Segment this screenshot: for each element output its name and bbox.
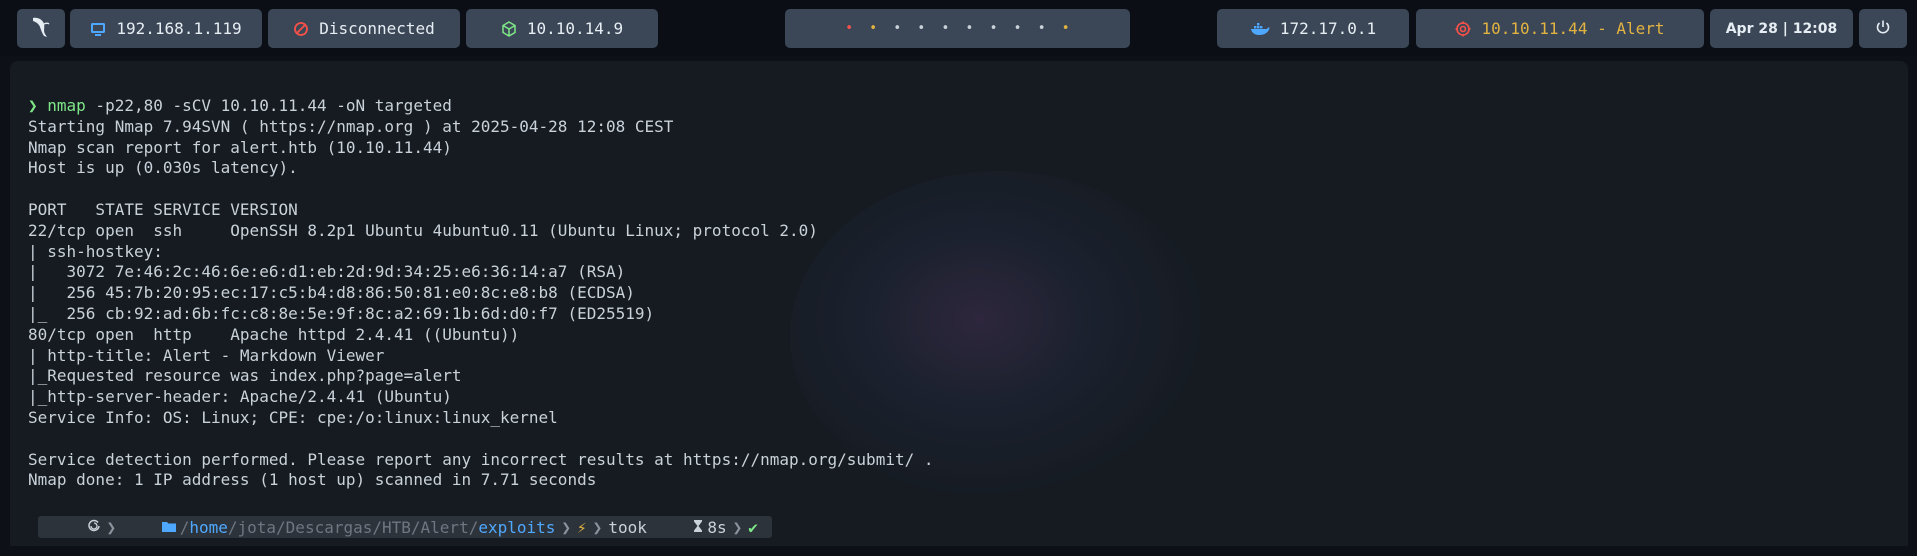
monitor-icon: [90, 21, 106, 37]
disconnected-icon: [293, 21, 309, 37]
output-line: | ssh-hostkey:: [28, 241, 173, 261]
output-line: 80/tcp open http Apache httpd 2.4.41 ((U…: [28, 324, 520, 344]
took-label: took: [608, 517, 647, 537]
workspace-dot[interactable]: •: [1062, 22, 1070, 35]
output-line: | 256 45:7b:20:95:ec:17:c5:b4:d8:86:50:8…: [28, 283, 635, 303]
output-line: |_Requested resource was index.php?page=…: [28, 366, 462, 386]
target-widget[interactable]: 10.10.11.44 - Alert: [1416, 9, 1704, 48]
path-home: home: [189, 517, 228, 537]
workspace-dot[interactable]: •: [845, 22, 853, 35]
output-line: 22/tcp open ssh OpenSSH 8.2p1 Ubuntu 4ub…: [28, 220, 818, 240]
hourglass-icon: [655, 499, 704, 556]
workspace-dot[interactable]: •: [917, 22, 925, 35]
top-bar: 192.168.1.119 Disconnected 10.10.14.9 • …: [0, 0, 1917, 56]
os-icon: [48, 499, 101, 556]
terminal-output: ❯ nmap -p22,80 -sCV 10.10.11.44 -oN targ…: [28, 96, 933, 491]
path-middle: /jota/Descargas/HTB/Alert/: [227, 517, 479, 537]
path-prefix: /: [179, 517, 190, 537]
htb-ip-widget[interactable]: 10.10.14.9: [466, 9, 658, 48]
output-line: |_http-server-header: Apache/2.4.41 (Ubu…: [28, 387, 452, 407]
success-check-icon: ✔: [748, 517, 758, 537]
workspace-dot[interactable]: •: [941, 22, 949, 35]
docker-ip-widget[interactable]: 172.17.0.1: [1217, 9, 1409, 48]
workspace-dot[interactable]: •: [990, 22, 998, 35]
kali-dragon-icon: [30, 15, 52, 43]
separator-chevron: ❯: [561, 517, 572, 537]
command-name: nmap: [47, 96, 86, 115]
duration-text: 8s: [707, 517, 727, 537]
output-line: Nmap done: 1 IP address (1 host up) scan…: [28, 470, 597, 490]
separator-chevron: ❯: [732, 517, 743, 537]
shell-prompt-bar: ❯ / home/jota/Descargas/HTB/Alert/exploit…: [38, 516, 772, 538]
local-ip-text: 192.168.1.119: [116, 19, 242, 38]
command-line: ❯ nmap -p22,80 -sCV 10.10.11.44 -oN targ…: [28, 96, 933, 117]
docker-ip-text: 172.17.0.1: [1279, 19, 1377, 38]
workspace-dot[interactable]: •: [893, 22, 901, 35]
bolt-icon: ⚡: [577, 517, 587, 537]
output-line: |_ 256 cb:92:ad:6b:fc:c8:8e:5e:9f:8c:a2:…: [28, 303, 655, 323]
power-icon: [1875, 19, 1891, 39]
cube-icon: [501, 20, 517, 37]
output-line: | http-title: Alert - Markdown Viewer: [28, 345, 385, 365]
workspace-dot[interactable]: •: [966, 22, 974, 35]
folder-icon: [122, 499, 180, 556]
output-line: Nmap scan report for alert.htb (10.10.11…: [28, 137, 452, 157]
docker-icon: [1250, 22, 1270, 36]
separator-chevron: ❯: [106, 517, 117, 537]
output-line: Host is up (0.030s latency).: [28, 158, 298, 178]
clock-widget[interactable]: Apr 28 | 12:08: [1710, 9, 1853, 48]
output-line: Starting Nmap 7.94SVN ( https://nmap.org…: [28, 116, 674, 136]
target-icon: [1455, 21, 1471, 37]
output-line: Service detection performed. Please repo…: [28, 449, 934, 469]
workspace-indicator[interactable]: • • • • • • • • • •: [785, 9, 1130, 48]
prompt-arrow: ❯: [28, 96, 48, 115]
vpn-status-widget[interactable]: Disconnected: [268, 9, 460, 48]
separator-chevron: ❯: [592, 517, 603, 537]
workspace-dot[interactable]: •: [1038, 22, 1046, 35]
output-line: PORT STATE SERVICE VERSION: [28, 199, 298, 219]
htb-ip-text: 10.10.14.9: [526, 19, 624, 38]
datetime-text: Apr 28 | 12:08: [1725, 20, 1838, 37]
power-button[interactable]: [1859, 9, 1907, 48]
launcher-button[interactable]: [17, 9, 65, 48]
path-current: exploits: [478, 517, 556, 537]
vpn-status-text: Disconnected: [319, 19, 435, 38]
output-line: Service Info: OS: Linux; CPE: cpe:/o:lin…: [28, 407, 558, 427]
local-ip-widget[interactable]: 192.168.1.119: [70, 9, 262, 48]
output-line: | 3072 7e:46:2c:46:6e:e6:d1:eb:2d:9d:34:…: [28, 262, 626, 282]
workspace-dot[interactable]: •: [1014, 22, 1022, 35]
target-text: 10.10.11.44 - Alert: [1481, 19, 1665, 38]
workspace-dot[interactable]: •: [869, 22, 877, 35]
command-args: -p22,80 -sCV 10.10.11.44 -oN targeted: [85, 96, 452, 115]
